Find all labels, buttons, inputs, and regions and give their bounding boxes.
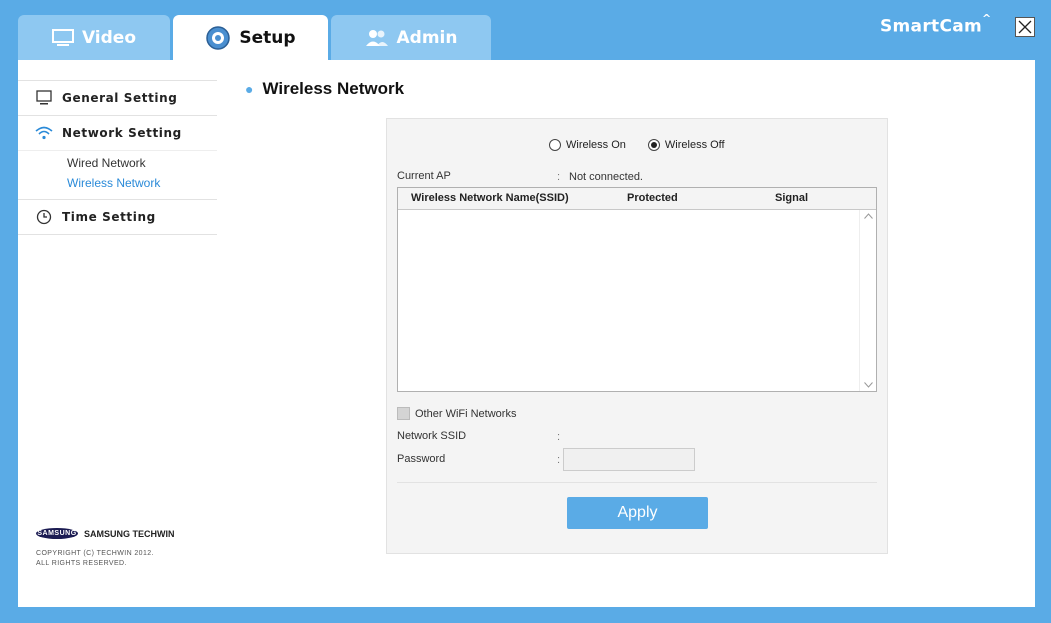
wireless-radio-group: Wireless On Wireless Off	[549, 139, 747, 151]
close-button[interactable]	[1015, 17, 1035, 37]
other-wifi-label: Other WiFi Networks	[415, 407, 517, 420]
tab-video-label: Video	[81, 27, 137, 48]
main-panel: General Setting Network Setting Wired Ne…	[18, 60, 1035, 607]
company-name: SAMSUNG TECHWIN	[84, 528, 175, 539]
sidebar-subitem-wireless[interactable]: Wireless Network	[67, 173, 217, 193]
samsung-logo: SAMSUNG	[36, 528, 78, 539]
network-submenu: Wired Network Wireless Network	[18, 150, 217, 199]
bullet-icon: ●	[245, 81, 254, 97]
tab-setup[interactable]: Setup	[173, 15, 328, 60]
other-wifi-checkbox-row[interactable]: Other WiFi Networks	[397, 407, 516, 420]
radio-wireless-on[interactable]: Wireless On	[549, 139, 626, 151]
footer: SAMSUNG SAMSUNG TECHWIN COPYRIGHT (C) TE…	[36, 528, 175, 569]
network-ssid-label: Network SSID	[397, 430, 467, 442]
page-title: ● Wireless Network	[245, 79, 404, 99]
colon: :	[557, 431, 561, 443]
tab-admin-label: Admin	[396, 27, 458, 48]
monitor-icon	[51, 28, 74, 47]
copyright: COPYRIGHT (C) TECHWIN 2012. ALL RIGHTS R…	[36, 550, 154, 567]
sidebar-item-label: Time Setting	[62, 210, 156, 224]
ap-table-header: Wireless Network Name(SSID) Protected Si…	[398, 188, 876, 210]
tab-setup-label: Setup	[239, 27, 296, 48]
current-ap-label: Current AP	[397, 170, 451, 182]
clock-icon	[35, 208, 53, 226]
radio-circle	[549, 139, 561, 151]
smartcam-logo: SmartCam^	[880, 12, 992, 37]
password-field[interactable]	[563, 448, 695, 471]
users-icon	[365, 29, 389, 47]
close-icon	[1018, 20, 1032, 34]
sidebar-item-network[interactable]: Network Setting	[18, 115, 217, 150]
radio-label: Wireless Off	[664, 139, 725, 151]
column-header-protected: Protected	[627, 192, 678, 204]
sidebar-item-time[interactable]: Time Setting	[18, 199, 217, 234]
radio-label: Wireless On	[566, 139, 626, 151]
wifi-icon	[35, 124, 53, 142]
monitor-icon	[35, 89, 53, 107]
sidebar-item-general[interactable]: General Setting	[18, 80, 217, 115]
radio-wireless-off[interactable]: Wireless Off	[647, 139, 725, 151]
chevron-up-icon[interactable]	[864, 213, 873, 219]
sidebar-divider	[18, 234, 217, 235]
apply-button[interactable]: Apply	[567, 497, 708, 529]
ap-table: Wireless Network Name(SSID) Protected Si…	[397, 187, 877, 392]
colon: :	[557, 171, 561, 183]
chevron-down-icon[interactable]	[864, 382, 873, 388]
sidebar-subitem-wired[interactable]: Wired Network	[67, 153, 217, 173]
radio-circle	[647, 139, 660, 151]
page-title-text: Wireless Network	[262, 79, 405, 98]
other-wifi-checkbox[interactable]	[397, 407, 410, 420]
colon: :	[557, 454, 561, 466]
radio-selected-dot	[650, 142, 657, 148]
divider	[397, 482, 877, 483]
password-label: Password	[397, 453, 446, 465]
ap-table-scrollbar[interactable]	[859, 210, 876, 391]
sidebar-item-label: General Setting	[62, 91, 178, 105]
sidebar: General Setting Network Setting Wired Ne…	[18, 80, 217, 235]
sidebar-item-label: Network Setting	[62, 126, 182, 140]
current-ap-value: Not connected.	[569, 171, 643, 183]
wireless-form: Wireless On Wireless Off Current AP : No…	[386, 118, 888, 554]
column-header-signal: Signal	[775, 192, 809, 204]
column-header-ssid: Wireless Network Name(SSID)	[411, 192, 569, 204]
tab-admin[interactable]: Admin	[331, 15, 491, 60]
gear-icon	[205, 25, 231, 51]
tab-video[interactable]: Video	[18, 15, 170, 60]
